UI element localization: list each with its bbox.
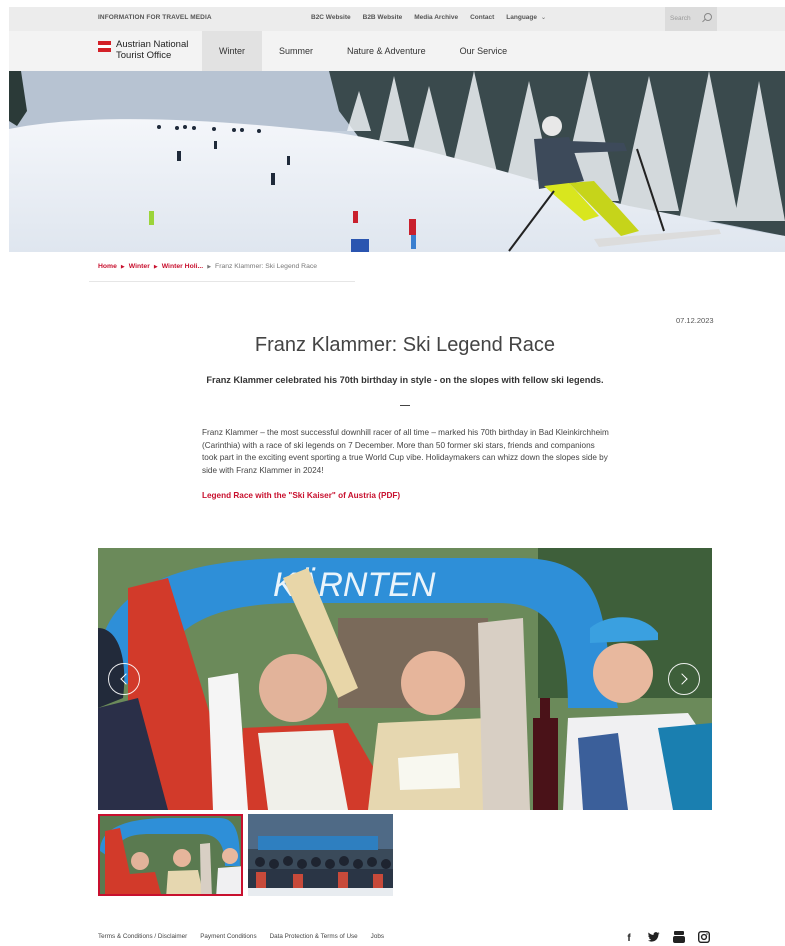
article-subtitle: Franz Klammer celebrated his 70th birthd… <box>206 375 604 385</box>
breadcrumb-separator-icon: ▶ <box>153 263 158 270</box>
menu-item-our-service[interactable]: Our Service <box>443 31 525 71</box>
utility-bar: INFORMATION FOR TRAVEL MEDIA B2C Website… <box>9 7 785 31</box>
menu-item-nature-adventure[interactable]: Nature & Adventure <box>330 31 443 71</box>
search-input[interactable]: Search <box>670 15 691 22</box>
breadcrumb-separator-icon: ▶ <box>120 263 125 270</box>
breadcrumb-winter[interactable]: Winter <box>129 263 150 270</box>
thumbnail-image-2 <box>248 814 393 896</box>
instagram-icon[interactable] <box>697 930 711 946</box>
utility-nav: B2C Website B2B Website Media Archive Co… <box>311 14 546 21</box>
thumbnail-image-1 <box>100 816 241 894</box>
breadcrumb-separator-icon: ▶ <box>207 263 212 270</box>
logo-line-2: Tourist Office <box>116 49 172 61</box>
ski-slope-illustration <box>9 71 785 252</box>
youtube-icon[interactable] <box>672 931 686 946</box>
gallery-prev-button[interactable] <box>108 663 140 695</box>
article-date: 07.12.2023 <box>676 316 714 325</box>
social-links: f <box>622 930 711 946</box>
site-logo[interactable]: Austrian National Tourist Office <box>98 39 189 61</box>
gallery-thumbnail-2[interactable] <box>248 814 393 896</box>
search-box[interactable]: Search <box>665 7 717 31</box>
footer-links: Terms & Conditions / Disclaimer Payment … <box>98 933 384 940</box>
footer-terms-link[interactable]: Terms & Conditions / Disclaimer <box>98 933 187 940</box>
main-navigation: Austrian National Tourist Office Winter … <box>9 31 785 71</box>
twitter-icon[interactable] <box>647 932 661 945</box>
breadcrumb-winter-holidays[interactable]: Winter Holi... <box>162 263 203 270</box>
gallery-main-image: KÄRNTEN <box>98 548 712 810</box>
footer-payment-link[interactable]: Payment Conditions <box>200 933 256 940</box>
pdf-download-link[interactable]: Legend Race with the "Ski Kaiser" of Aus… <box>202 491 400 500</box>
b2b-website-link[interactable]: B2B Website <box>363 14 403 21</box>
language-selector[interactable]: Language ⌄ <box>506 14 546 21</box>
menu-item-summer[interactable]: Summer <box>262 31 330 71</box>
breadcrumb-home[interactable]: Home <box>98 263 117 270</box>
gallery-next-button[interactable] <box>668 663 700 695</box>
b2c-website-link[interactable]: B2C Website <box>311 14 351 21</box>
footer-data-protection-link[interactable]: Data Protection & Terms of Use <box>270 933 358 940</box>
austrian-flag-icon <box>98 41 111 52</box>
media-archive-link[interactable]: Media Archive <box>414 14 458 21</box>
logo-text: Austrian National Tourist Office <box>116 39 189 61</box>
language-label: Language <box>506 14 537 21</box>
footer-jobs-link[interactable]: Jobs <box>371 933 384 940</box>
gallery-thumbnail-1[interactable] <box>98 814 243 896</box>
image-gallery: KÄRNTEN <box>98 548 712 810</box>
facebook-icon[interactable]: f <box>622 933 636 944</box>
divider <box>400 405 410 407</box>
menu-item-winter[interactable]: Winter <box>202 31 263 71</box>
breadcrumb: Home ▶ Winter ▶ Winter Holi... ▶ Franz K… <box>89 252 355 282</box>
hero-image <box>9 71 785 252</box>
page-title: Franz Klammer: Ski Legend Race <box>254 334 556 356</box>
article-body: Franz Klammer – the most successful down… <box>202 428 609 475</box>
search-icon[interactable] <box>704 13 712 21</box>
main-menu: Winter Summer Nature & Adventure Our Ser… <box>202 31 524 71</box>
breadcrumb-current: Franz Klammer: Ski Legend Race <box>215 263 318 270</box>
contact-link[interactable]: Contact <box>470 14 494 21</box>
logo-line-1: Austrian National <box>116 39 189 50</box>
travel-media-label: INFORMATION FOR TRAVEL MEDIA <box>98 14 212 21</box>
chevron-down-icon: ⌄ <box>541 15 547 21</box>
